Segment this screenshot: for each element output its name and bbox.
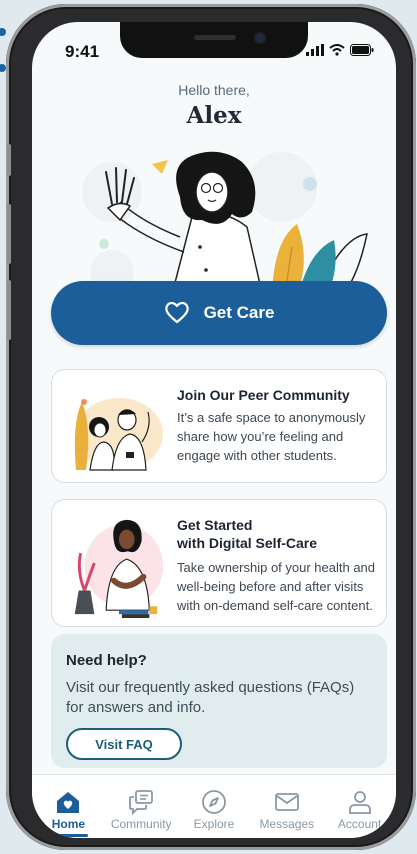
tab-account[interactable]: Account (323, 775, 396, 838)
greeting-text: Hello there, (178, 82, 250, 98)
self-care-illustration (74, 519, 164, 619)
status-icons (306, 44, 374, 56)
peer-community-illustration (74, 398, 163, 471)
signal-icon (306, 44, 324, 56)
digital-self-care-card[interactable]: Get Started with Digital Self-Care Take … (51, 499, 387, 627)
visit-faq-button[interactable]: Visit FAQ (66, 728, 182, 760)
app-screen: 9:41 Hello there, Alex Get Care Join Our… (32, 22, 396, 838)
help-section: Need help? Visit our frequently asked qu… (51, 634, 387, 768)
self-care-title-line2: with Digital Self-Care (177, 535, 318, 551)
tab-explore-label: Explore (193, 817, 235, 831)
tab-messages[interactable]: Messages (250, 775, 323, 838)
tab-community-label: Community (110, 817, 172, 831)
tab-messages-label: Messages (259, 817, 315, 831)
peer-community-card[interactable]: Join Our Peer Community It’s a safe spac… (51, 369, 387, 483)
active-tab-indicator (44, 834, 88, 837)
silent-switch (7, 144, 11, 176)
person-icon (348, 791, 371, 814)
volume-up-button (7, 204, 11, 264)
peer-community-description: It’s a safe space to anonymously share h… (177, 410, 366, 463)
hero-illustration (82, 151, 368, 302)
get-care-button[interactable]: Get Care (51, 281, 387, 345)
speaker (194, 35, 236, 40)
battery-icon (350, 44, 374, 56)
tab-home[interactable]: Home (32, 775, 105, 838)
help-description: Visit our frequently asked questions (FA… (66, 679, 355, 716)
tab-home-label: Home (51, 817, 86, 831)
compass-icon (202, 790, 226, 814)
envelope-icon (274, 793, 299, 811)
front-camera (256, 34, 264, 42)
help-title: Need help? (66, 652, 147, 669)
tab-community[interactable]: Community (105, 775, 178, 838)
peer-community-title: Join Our Peer Community (177, 387, 350, 403)
home-icon (57, 792, 80, 813)
chat-bubbles-icon (129, 790, 154, 815)
wifi-icon (329, 44, 345, 56)
user-name: Alex (186, 102, 242, 129)
background-dot (0, 28, 6, 36)
bottom-tab-bar: Home Community Explore Messages Account (32, 774, 396, 838)
self-care-description: Take ownership of your health and well-b… (177, 560, 376, 613)
tab-account-label: Account (337, 817, 382, 831)
phone-frame: 9:41 Hello there, Alex Get Care Join Our… (6, 4, 416, 850)
notch (120, 22, 308, 58)
status-time: 9:41 (65, 42, 100, 61)
self-care-title-line1: Get Started (177, 517, 253, 533)
get-care-label: Get Care (203, 303, 275, 322)
volume-down-button (7, 280, 11, 340)
tab-explore[interactable]: Explore (178, 775, 251, 838)
heart-icon (164, 301, 189, 324)
